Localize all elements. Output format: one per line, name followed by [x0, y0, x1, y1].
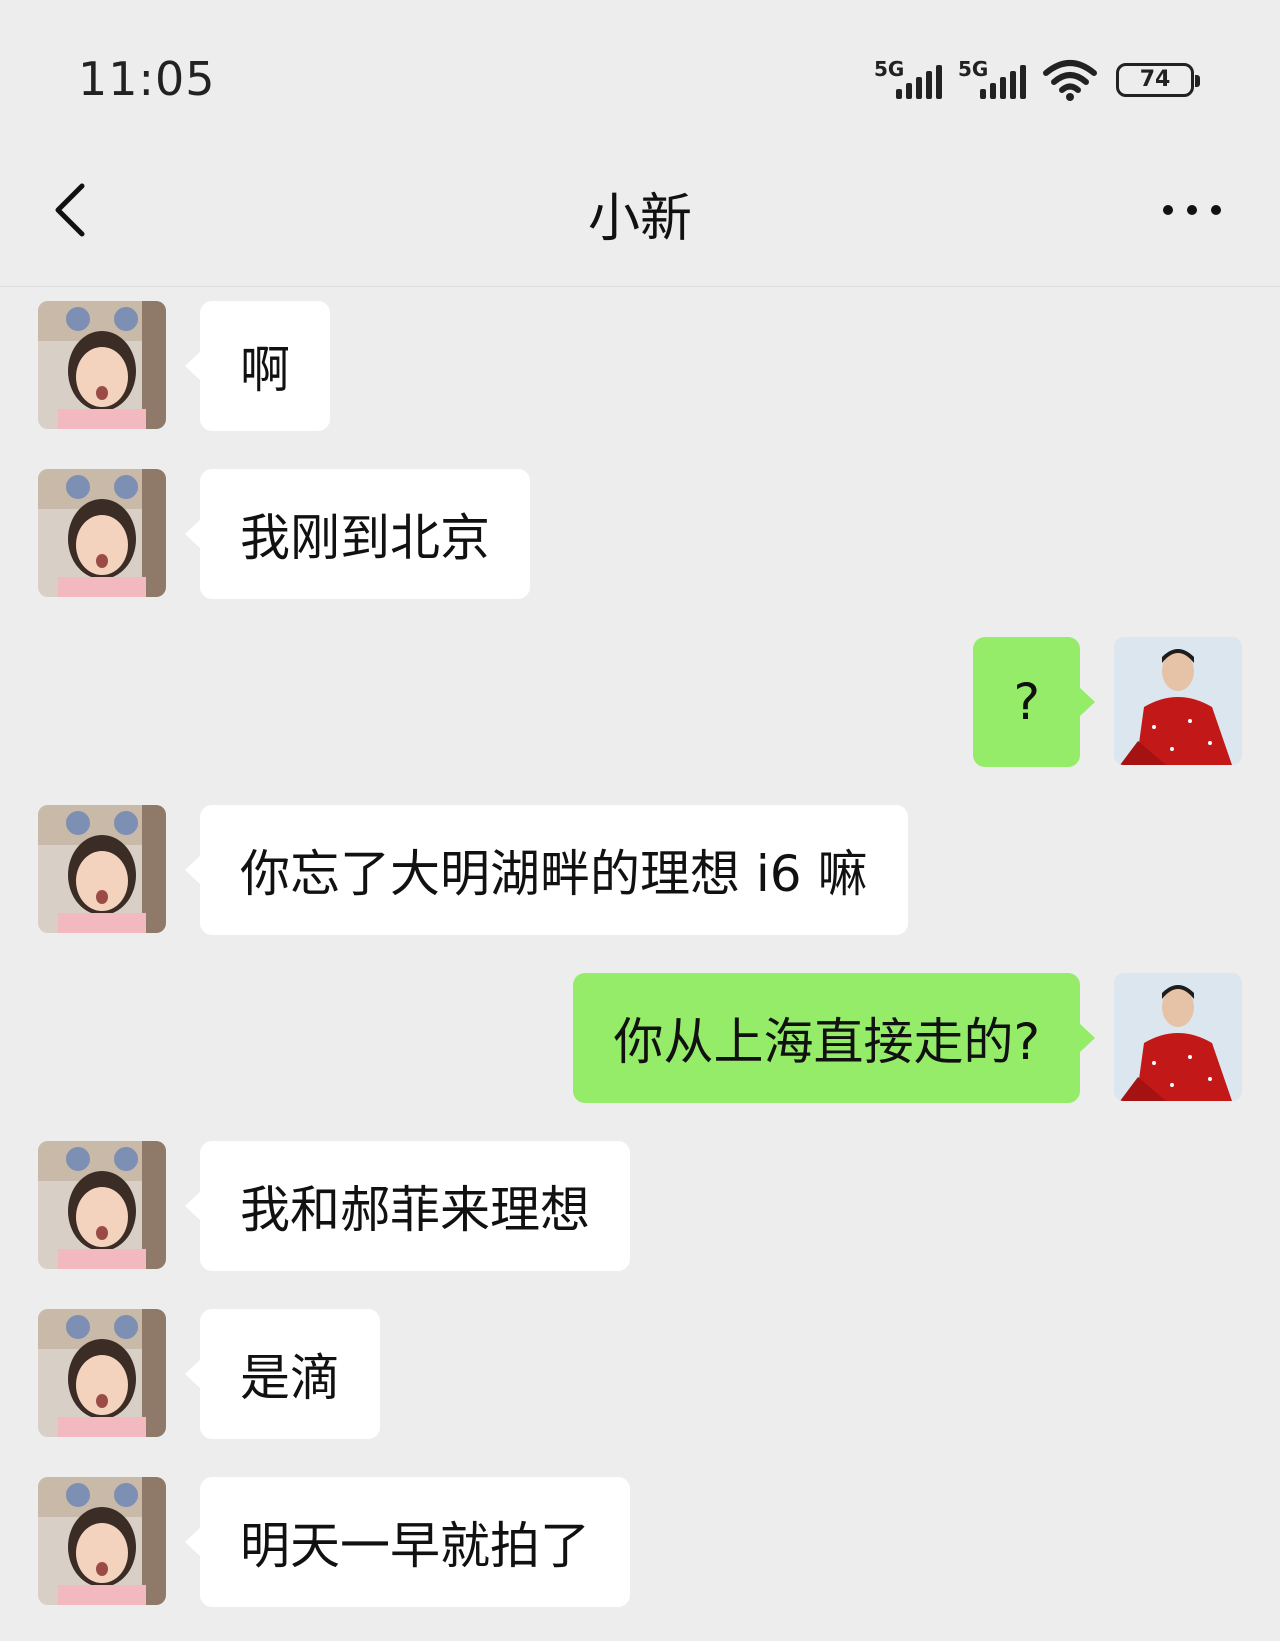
my-avatar[interactable]: [1114, 973, 1242, 1101]
message-bubble[interactable]: 啊: [185, 301, 330, 431]
message-bubble[interactable]: 是滴: [185, 1309, 380, 1439]
message-row: 明天一早就拍了: [0, 1463, 1280, 1607]
contact-avatar[interactable]: [38, 1141, 166, 1269]
signal-icon: 5G: [958, 57, 1032, 103]
my-avatar[interactable]: [1114, 637, 1242, 765]
message-row: 啊: [0, 287, 1280, 431]
message-row: 你从上海直接走的?: [0, 959, 1280, 1103]
message-row: ?: [0, 623, 1280, 767]
chat-title: 小新: [587, 189, 692, 249]
contact-avatar[interactable]: [38, 805, 166, 933]
message-bubble[interactable]: ?: [973, 637, 1095, 767]
message-bubble[interactable]: 你从上海直接走的?: [573, 973, 1095, 1103]
wifi-icon: [1043, 60, 1097, 101]
battery-level: 74: [1139, 67, 1171, 92]
message-bubble[interactable]: 我和郝菲来理想: [185, 1141, 630, 1271]
message-row: 我和郝菲来理想: [0, 1127, 1280, 1271]
chat-header: 小新: [0, 140, 1280, 287]
contact-avatar[interactable]: [38, 1309, 166, 1437]
status-bar: 11:05 5G 5G 74: [0, 0, 1280, 140]
message-bubble[interactable]: 你忘了大明湖畔的理想 i6 嘛: [185, 805, 908, 935]
message-row: 我刚到北京: [0, 455, 1280, 599]
contact-avatar[interactable]: [38, 301, 166, 429]
message-bubble[interactable]: 明天一早就拍了: [185, 1477, 630, 1607]
message-list[interactable]: 啊 我刚到北京 ? 你忘了大明湖畔的理想 i6 嘛 你从上海直接走的? 我和郝菲…: [0, 287, 1280, 1641]
contact-avatar[interactable]: [38, 1477, 166, 1605]
status-icons: 5G 5G 74: [874, 56, 1200, 104]
message-bubble[interactable]: 我刚到北京: [185, 469, 530, 599]
battery-icon: 74: [1116, 63, 1200, 97]
contact-avatar[interactable]: [38, 469, 166, 597]
message-row: 你忘了大明湖畔的理想 i6 嘛: [0, 791, 1280, 935]
signal-icon: 5G: [874, 57, 948, 103]
more-icon[interactable]: [1162, 198, 1222, 222]
message-row: 是滴: [0, 1295, 1280, 1439]
status-time: 11:05: [78, 52, 216, 106]
